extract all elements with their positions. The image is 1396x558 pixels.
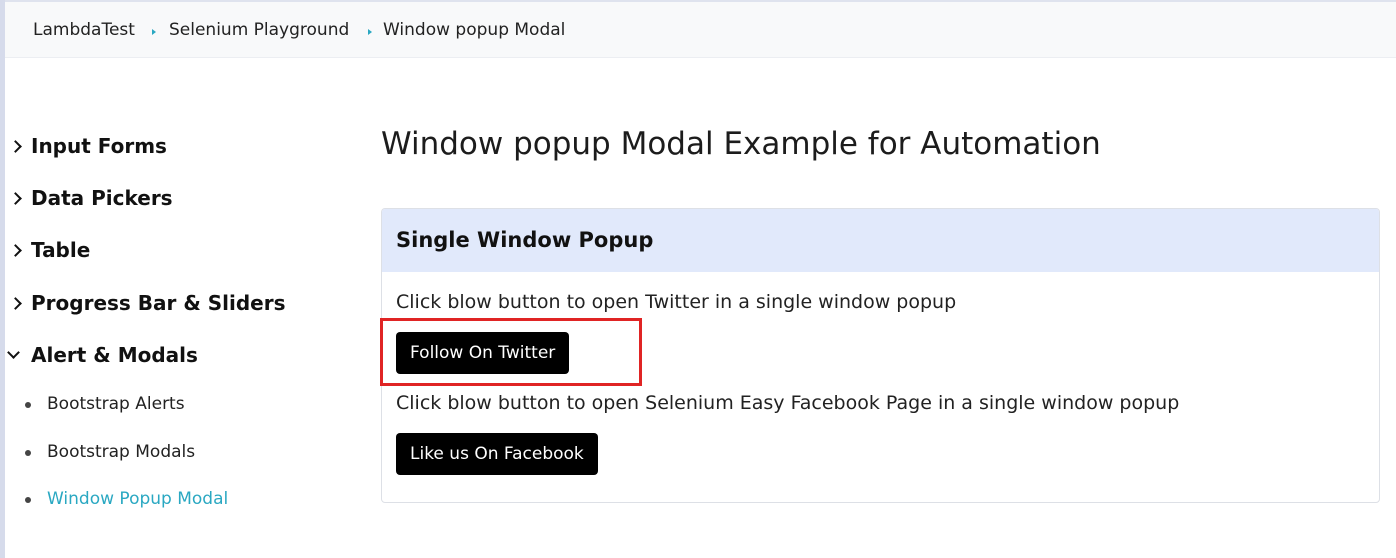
page: LambdaTest Selenium Playground Window po… — [0, 0, 1396, 558]
sidebar-item-label: Alert & Modals — [31, 343, 198, 367]
sidebar-subitem-bootstrap-alerts[interactable]: Bootstrap Alerts — [25, 393, 325, 419]
follow-on-twitter-button[interactable]: Follow On Twitter — [396, 332, 570, 374]
breadcrumb: LambdaTest Selenium Playground Window po… — [5, 0, 1396, 58]
sidebar-item-input-forms[interactable]: Input Forms — [5, 132, 335, 162]
sidebar-item-label: Progress Bar & Sliders — [31, 291, 286, 315]
bullet-icon — [25, 402, 31, 408]
panel-title: Single Window Popup — [396, 228, 654, 252]
sidebar-item-label: Input Forms — [31, 134, 167, 158]
sidebar-item-table[interactable]: Table — [5, 236, 335, 266]
sidebar-subitem-window-popup-modal[interactable]: Window Popup Modal — [25, 488, 325, 514]
breadcrumb-current-page: Window popup Modal — [383, 20, 566, 40]
sidebar-subitem-label: Bootstrap Modals — [47, 442, 196, 462]
single-window-popup-panel: Single Window Popup Click blow button to… — [381, 208, 1380, 503]
sidebar-item-alert-modals[interactable]: Alert & Modals — [5, 341, 335, 371]
chevron-right-icon — [9, 140, 22, 153]
breadcrumb-separator-icon — [368, 29, 372, 35]
chevron-down-icon — [7, 346, 20, 359]
sidebar-item-progress-bar-sliders[interactable]: Progress Bar & Sliders — [5, 289, 335, 319]
breadcrumb-lambdatest-link[interactable]: LambdaTest — [33, 20, 135, 40]
like-us-on-facebook-button[interactable]: Like us On Facebook — [396, 433, 598, 475]
sidebar-item-data-pickers[interactable]: Data Pickers — [5, 184, 335, 214]
panel-header: Single Window Popup — [382, 209, 1379, 272]
breadcrumb-selenium-playground-link[interactable]: Selenium Playground — [169, 20, 349, 40]
chevron-right-icon — [9, 244, 22, 257]
sidebar-item-label: Table — [31, 238, 91, 262]
left-edge-strip — [0, 0, 5, 558]
sidebar-subitem-label: Window Popup Modal — [47, 489, 229, 509]
page-title: Window popup Modal Example for Automatio… — [381, 126, 1101, 162]
sidebar-subitem-bootstrap-modals[interactable]: Bootstrap Modals — [25, 441, 325, 467]
sidebar-item-label: Data Pickers — [31, 186, 173, 210]
sidebar-subitem-label: Bootstrap Alerts — [47, 394, 185, 414]
bullet-icon — [25, 497, 31, 503]
breadcrumb-separator-icon — [152, 29, 156, 35]
facebook-description: Click blow button to open Selenium Easy … — [396, 392, 1180, 414]
twitter-description: Click blow button to open Twitter in a s… — [396, 291, 957, 313]
chevron-right-icon — [9, 192, 22, 205]
chevron-right-icon — [9, 297, 22, 310]
bullet-icon — [25, 450, 31, 456]
